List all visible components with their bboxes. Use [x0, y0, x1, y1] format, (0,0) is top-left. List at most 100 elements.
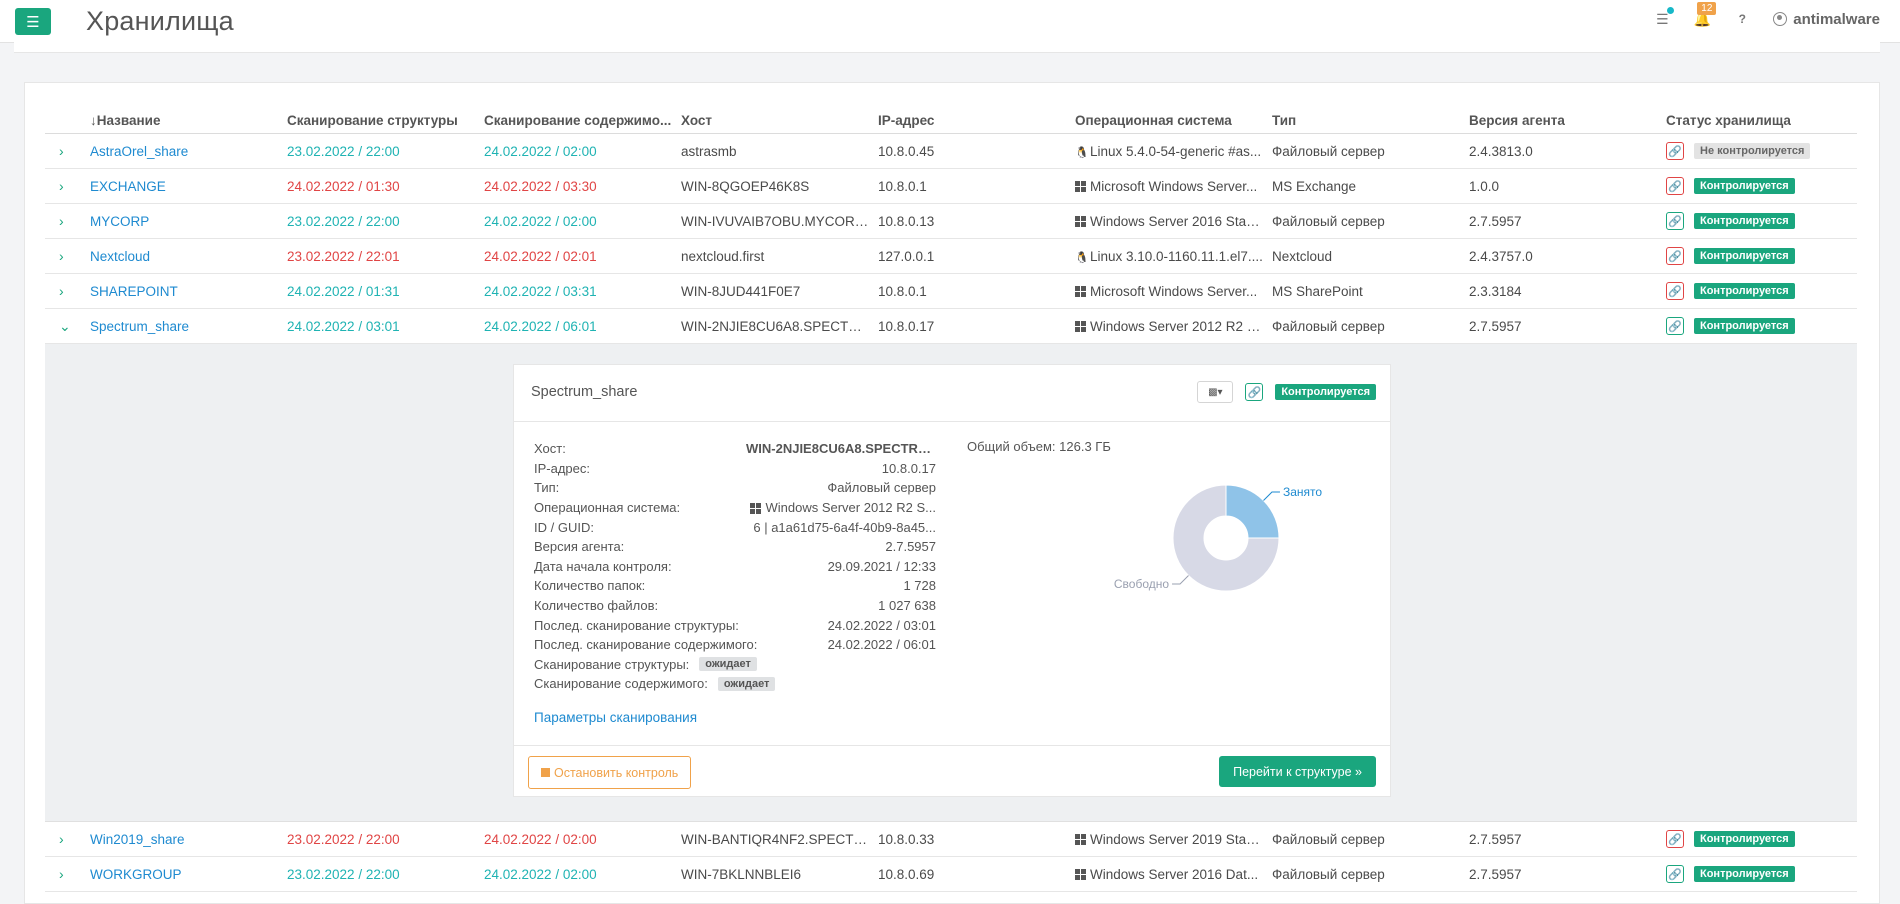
storage-name-link[interactable]: AstraOrel_share	[90, 144, 287, 159]
struct-scan-date: 24.02.2022 / 03:01	[287, 318, 400, 334]
type-cell: Файловый сервер	[1272, 318, 1385, 334]
link-icon[interactable]: 🔗	[1666, 830, 1684, 848]
storage-name-link[interactable]: SHAREPOINT	[90, 284, 287, 299]
os-cell: Microsoft Windows Server...	[1075, 284, 1272, 299]
pie-label: Свободно	[1114, 577, 1169, 591]
storage-name-link[interactable]: EXCHANGE	[90, 179, 287, 194]
status-cell: 🔗 Не контролируется	[1666, 142, 1857, 160]
link-icon[interactable]: 🔗	[1666, 282, 1684, 300]
table-row[interactable]: › EXCHANGE 24.02.2022 / 01:30 24.02.2022 / …	[45, 169, 1857, 204]
field-value: 2.7.5957	[885, 539, 936, 555]
field-label: Послед. сканирование структуры:	[534, 617, 739, 633]
link-icon[interactable]: 🔗	[1666, 317, 1684, 335]
storage-name-link[interactable]: MYCORP	[90, 214, 287, 229]
status-cell: 🔗 Контролируется	[1666, 865, 1857, 883]
field-label: ID / GUID:	[534, 519, 594, 535]
agent-cell: 2.4.3757.0	[1469, 248, 1533, 264]
storage-status-icon[interactable]: ☰	[1653, 7, 1675, 29]
os-cell: Windows Server 2016 Stan...	[1075, 214, 1272, 229]
content-scan-date: 24.02.2022 / 02:00	[484, 866, 597, 882]
os-cell: Windows Server 2016 Dat...	[1075, 867, 1272, 882]
link-icon[interactable]: 🔗	[1245, 383, 1264, 401]
link-icon[interactable]: 🔗	[1666, 177, 1684, 195]
detail-field: Количество папок: 1 728	[534, 576, 936, 596]
struct-scan-date: 24.02.2022 / 01:30	[287, 178, 400, 194]
expand-chevron-icon[interactable]: ›	[45, 866, 90, 882]
status-cell: 🔗 Контролируется	[1666, 247, 1857, 265]
sort-down-icon: ↓	[90, 113, 97, 128]
col-content-scan[interactable]: Сканирование содержимо...	[484, 113, 681, 128]
os-cell: Windows Server 2012 R2 S...	[1075, 319, 1272, 334]
storage-name-link[interactable]: Nextcloud	[90, 249, 287, 264]
struct-scan-date: 23.02.2022 / 22:01	[287, 248, 400, 264]
expand-chevron-icon[interactable]: ⌄	[45, 318, 90, 335]
ip-cell: 10.8.0.13	[878, 213, 935, 229]
table-row[interactable]: › Win2019_share 23.02.2022 / 22:00 24.02.20…	[45, 822, 1857, 857]
table-row[interactable]: ⌄ Spectrum_share 24.02.2022 / 03:01 24.02.2…	[45, 309, 1857, 344]
struct-scan-date: 23.02.2022 / 22:00	[287, 866, 400, 882]
os-cell: 🐧Linux 5.4.0-54-generic #as...	[1075, 143, 1262, 159]
col-name[interactable]: ↓Название	[90, 113, 287, 128]
storage-name-link[interactable]: Spectrum_share	[90, 319, 287, 334]
windows-icon	[1075, 869, 1086, 881]
link-icon[interactable]: 🔗	[1666, 247, 1684, 265]
expand-chevron-icon[interactable]: ›	[45, 831, 90, 847]
expand-chevron-icon[interactable]: ›	[45, 213, 90, 229]
stop-monitoring-button[interactable]: Остановить контроль	[528, 756, 692, 789]
chart-dropdown-button[interactable]: ▩ ▾	[1197, 381, 1234, 403]
storages-card: ↓Название Сканирование структуры Сканиро…	[24, 82, 1880, 904]
table-row[interactable]: › AstraOrel_share 23.02.2022 / 22:00 24.02.…	[45, 134, 1857, 169]
type-cell: Файловый сервер	[1272, 866, 1385, 882]
expand-chevron-icon[interactable]: ›	[45, 248, 90, 264]
table-row[interactable]: › SHAREPOINT 24.02.2022 / 01:31 24.02.2022 …	[45, 274, 1857, 309]
link-icon[interactable]: 🔗	[1666, 212, 1684, 230]
table-row[interactable]: › MYCORP 23.02.2022 / 22:00 24.02.2022 / 02…	[45, 204, 1857, 239]
expand-chevron-icon[interactable]: ›	[45, 143, 90, 159]
col-struct-scan[interactable]: Сканирование структуры	[287, 113, 484, 128]
user-name: antimalware	[1793, 10, 1880, 28]
field-value: 29.09.2021 / 12:33	[827, 558, 936, 574]
help-icon[interactable]: ?	[1733, 9, 1751, 29]
link-icon[interactable]: 🔗	[1666, 142, 1684, 160]
status-dot	[1667, 7, 1675, 14]
field-label: Количество файлов:	[534, 598, 659, 614]
bell-icon[interactable]: 🔔 12	[1693, 2, 1717, 29]
scan-status-field: Сканирование содержимого: ожидает	[534, 674, 936, 694]
col-os[interactable]: Операционная система	[1075, 113, 1272, 128]
notifications-badge: 12	[1697, 2, 1717, 15]
field-label: Послед. сканирование содержимого:	[534, 637, 758, 653]
expand-chevron-icon[interactable]: ›	[45, 283, 90, 299]
link-icon[interactable]: 🔗	[1666, 865, 1684, 883]
host-cell: nextcloud.first	[681, 248, 765, 264]
col-type[interactable]: Тип	[1272, 113, 1469, 128]
os-cell: Windows Server 2019 Stan...	[1075, 832, 1272, 847]
content-scan-date: 24.02.2022 / 02:00	[484, 143, 597, 159]
status-badge: Контролируется	[1694, 248, 1795, 264]
col-host[interactable]: Хост	[681, 113, 878, 128]
col-ip[interactable]: IP-адрес	[878, 113, 1075, 128]
table-row[interactable]: › Nextcloud 23.02.2022 / 22:01 24.02.2022 /…	[45, 239, 1857, 274]
storage-name-link[interactable]: Win2019_share	[90, 832, 287, 847]
col-agent[interactable]: Версия агента	[1469, 113, 1666, 128]
struct-scan-date: 23.02.2022 / 22:00	[287, 143, 400, 159]
linux-icon: 🐧	[1075, 146, 1089, 159]
menu-button[interactable]: ☰	[15, 8, 51, 35]
field-value: 6 | a1a61d75-6a4f-40b9-8a45...	[753, 519, 936, 535]
struct-scan-date: 24.02.2022 / 01:31	[287, 283, 400, 299]
pie-leader-line	[1263, 491, 1280, 501]
pie-leader-line	[1172, 575, 1189, 585]
table-header: ↓Название Сканирование структуры Сканиро…	[45, 108, 1857, 134]
expand-chevron-icon[interactable]: ›	[45, 178, 90, 194]
os-cell: 🐧Linux 3.10.0-1160.11.1.el7....	[1075, 248, 1263, 264]
go-to-structure-button[interactable]: Перейти к структуре »	[1219, 756, 1376, 787]
status-cell: 🔗 Контролируется	[1666, 830, 1857, 848]
detail-field: Операционная система: Windows Server 2012…	[534, 498, 936, 518]
host-cell: WIN-8JUD441F0E7	[681, 283, 801, 299]
table-row[interactable]: › WORKGROUP 23.02.2022 / 22:00 24.02.2022 /…	[45, 857, 1857, 892]
user-menu[interactable]: antimalware	[1773, 11, 1880, 28]
col-status[interactable]: Статус хранилища	[1666, 113, 1857, 128]
scan-params-link[interactable]: Параметры сканирования	[534, 710, 697, 725]
toolbar-strip	[14, 42, 1880, 53]
total-volume: Общий объем: 126.3 ГБ	[967, 439, 1111, 454]
storage-name-link[interactable]: WORKGROUP	[90, 867, 287, 882]
